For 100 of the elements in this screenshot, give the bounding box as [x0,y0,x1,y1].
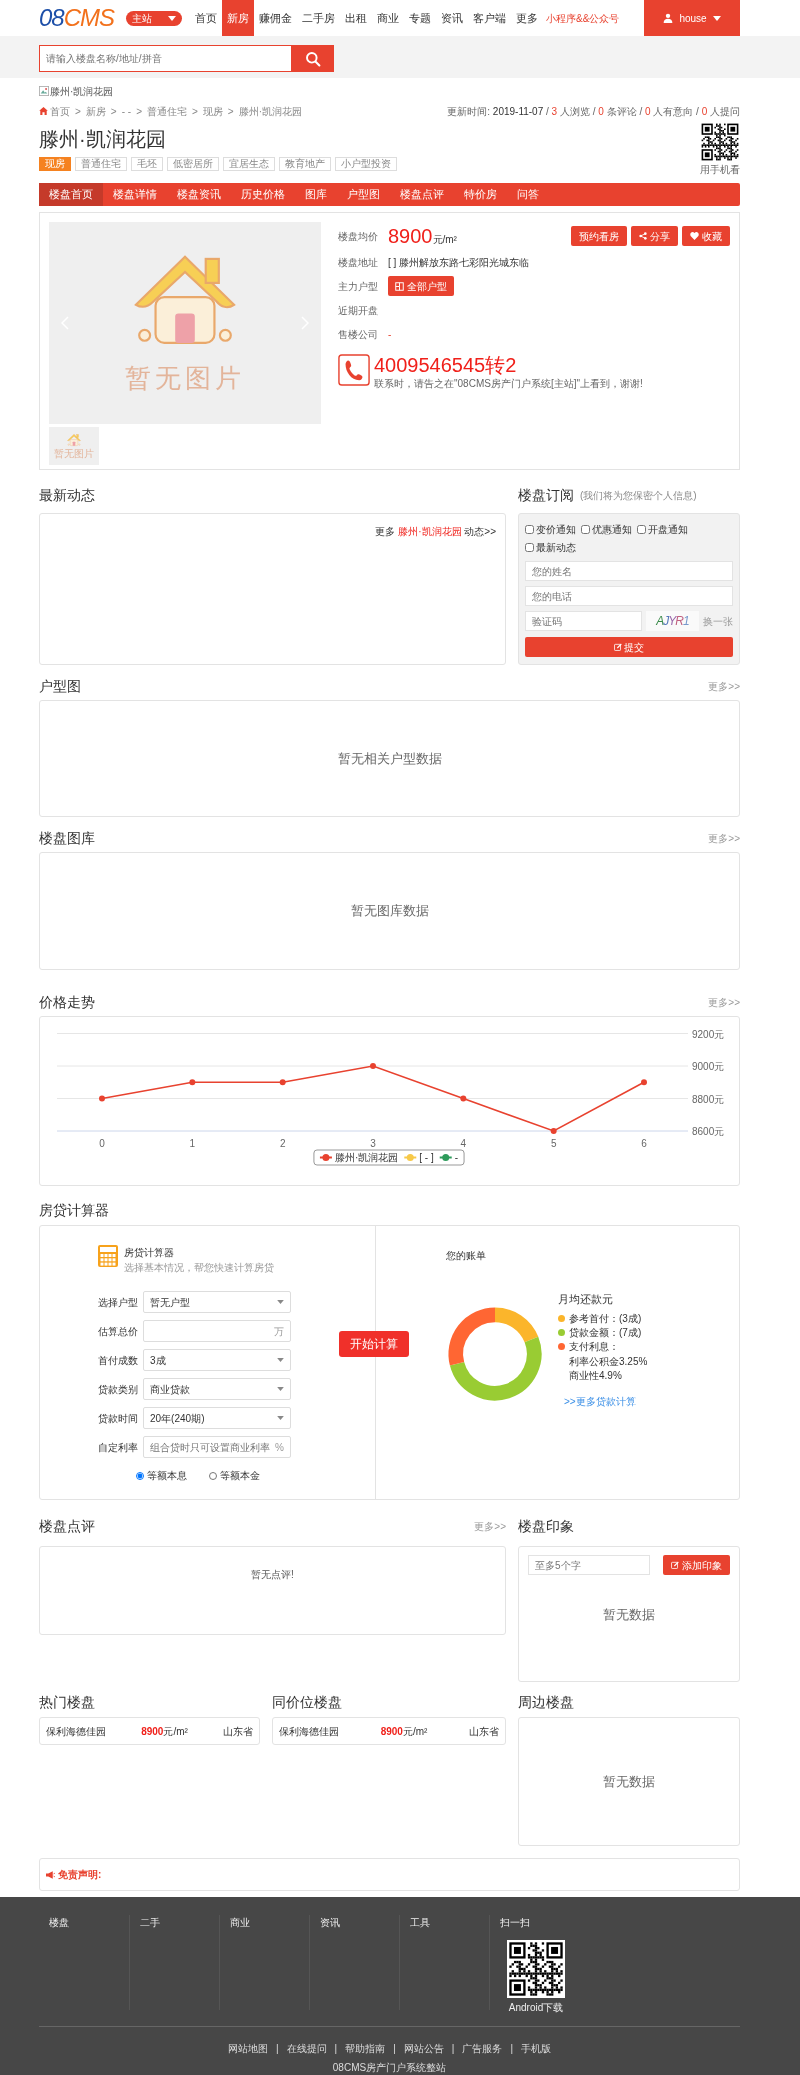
nav-link[interactable]: 二手房 [297,0,341,36]
site-select-button[interactable]: 主站 [126,10,183,26]
action-button[interactable]: 预约看房 [571,226,627,246]
axis-label: 9200元 [692,1028,725,1040]
nav-link[interactable]: 客户端 [468,0,512,36]
listing-name[interactable]: 保利海德佳园 [46,1723,106,1739]
tab[interactable]: 楼盘详情 [103,183,167,206]
nav-link[interactable]: 首页 [190,0,223,36]
radio-button[interactable] [136,1471,144,1480]
breadcrumb-link[interactable]: 新房 [85,103,106,119]
legend-item[interactable]: - [438,1152,459,1163]
empty-message: 暂无图库数据 [350,902,429,921]
nav-link[interactable]: 赚佣金 [254,0,298,36]
search-button[interactable] [291,45,334,72]
section-title: 房贷计算器 [39,1200,109,1220]
legend-item[interactable]: 滕州·凯润花园 [318,1152,399,1163]
legend-label: 贷款金额：(7成) [569,1326,642,1340]
checkbox[interactable] [525,525,534,534]
property-link[interactable]: 滕州·凯润花园 [398,526,462,537]
select-field[interactable]: 3成 [143,1349,291,1371]
field-label: 贷款类别 [98,1382,139,1397]
submit-button[interactable]: 提交 [525,637,733,657]
checkbox[interactable] [525,543,534,552]
breadcrumb-link[interactable]: 首页 [50,103,70,119]
house-drawing [66,433,82,448]
tab[interactable]: 楼盘首页 [39,183,103,206]
tag: 低密居所 [167,157,219,171]
caret-icon [277,1358,284,1362]
breadcrumb-separator: > [227,104,234,119]
more-link[interactable]: 更多>> [708,678,740,694]
floorplan-button[interactable]: 全部户型 [388,276,454,296]
search-field[interactable]: 请输入楼盘名称/地址/拼音 [39,45,291,72]
checkbox[interactable] [581,525,590,534]
edit-icon [671,1561,679,1569]
action-button[interactable]: 分享 [631,226,678,246]
checkbox[interactable] [637,525,646,534]
input-field[interactable]: 万 [143,1320,291,1342]
footer-link[interactable]: 广告服务 [462,2041,503,2056]
more-link[interactable]: 更多>> [474,1518,506,1534]
checkbox-label: 优惠通知 [592,523,632,537]
nav-link[interactable]: 更多 [511,0,544,36]
more-calculation-link[interactable]: >>更多贷款计算 [564,1393,636,1409]
text-input[interactable]: 组合贷时只可设置商业利率 [150,1439,274,1455]
nav-link[interactable]: 商业 [372,0,405,36]
captcha-field[interactable]: 验证码 [525,611,642,631]
impression-field[interactable]: 至多5个字 [528,1555,650,1575]
radio-label: 等额本金 [220,1469,260,1483]
tab[interactable]: 特价房 [454,183,507,206]
breadcrumb-link[interactable]: 普通住宅 [147,103,187,119]
more-link[interactable]: 更多>> [708,830,740,846]
empty-message: 暂无点评! [251,1569,294,1580]
add-impression-button[interactable]: 添加印象 [663,1555,730,1575]
image-alt-text: 滕州·凯润花园 [50,84,114,99]
footer-link[interactable]: 在线提问 [286,2041,327,2056]
more-link[interactable]: 更多>> [708,994,740,1010]
caret-icon [712,15,721,21]
tab[interactable]: 楼盘资讯 [167,183,231,206]
action-button[interactable]: 收藏 [682,226,730,246]
footer-link[interactable]: 帮助指南 [345,2041,386,2056]
tab[interactable]: 户型图 [337,183,390,206]
footer-link[interactable]: 手机版 [521,2041,551,2056]
rate-text: 利率公积金3.25% [568,1354,648,1368]
checkbox-label: 最新动态 [536,541,576,555]
data-point [279,1079,286,1086]
nav-link[interactable]: 新房 [222,0,255,36]
user-menu-button[interactable]: house [644,0,740,36]
tab[interactable]: 问答 [507,183,549,206]
promo-link[interactable]: 小程序&&公众号 [546,10,620,26]
tab[interactable]: 历史价格 [231,183,295,206]
breadcrumb-link[interactable]: 滕州·凯润花园 [238,103,302,119]
tab[interactable]: 图库 [295,183,337,206]
select-field[interactable]: 20年(240期) [143,1407,291,1429]
nav-link[interactable]: 出租 [340,0,373,36]
phone-field[interactable]: 您的电话 [525,586,733,606]
logo[interactable]: 08CMS [39,0,115,36]
nav-link[interactable]: 专题 [404,0,437,36]
nav-link[interactable]: 资讯 [436,0,469,36]
footer-link[interactable]: 网站公告 [403,2041,444,2056]
footer-heading: 商业 [230,1916,251,1930]
select-field[interactable]: 暂无户型 [143,1291,291,1313]
breadcrumb-link[interactable]: - - [121,103,132,119]
name-field[interactable]: 您的姓名 [525,561,733,581]
data-point [641,1079,647,1086]
link-separator: | [275,2042,279,2056]
field-label: 估算总价 [98,1324,139,1339]
contact-note: 联系时，请告之在"08CMS房产门户系统[主站]"上看到，谢谢! [374,378,643,390]
tab[interactable]: 楼盘点评 [390,183,454,206]
link-separator: | [334,2042,338,2056]
tag: 普通住宅 [75,157,127,171]
home-icon [39,107,48,115]
listing-name[interactable]: 保利海德佳园 [279,1723,339,1739]
start-calculation-button[interactable]: 开始计算 [339,1331,409,1357]
legend-item[interactable]: [ - ] [403,1152,434,1163]
phone-icon [338,354,370,386]
input-field[interactable]: 组合贷时只可设置商业利率 % [143,1436,291,1458]
footer-link[interactable]: 网站地图 [227,2041,268,2056]
radio-button[interactable] [209,1471,217,1480]
legend-label: [ - ] [419,1152,434,1163]
breadcrumb-link[interactable]: 现房 [202,103,223,119]
select-field[interactable]: 商业贷款 [143,1378,291,1400]
